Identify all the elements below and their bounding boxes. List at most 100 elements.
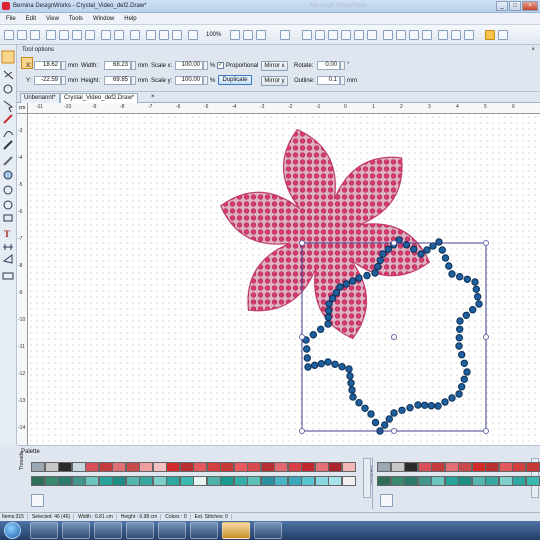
taskbar-tool-icon[interactable] bbox=[254, 522, 282, 539]
taskbar-ie-icon[interactable] bbox=[30, 522, 58, 539]
circle-tool-icon[interactable] bbox=[3, 200, 13, 210]
start-button[interactable] bbox=[4, 522, 21, 539]
brush-swatch[interactable] bbox=[471, 476, 486, 486]
grid-icon[interactable] bbox=[146, 30, 156, 40]
brush-swatch[interactable] bbox=[498, 476, 513, 486]
pen-tool-icon[interactable] bbox=[3, 140, 13, 150]
selection-handle[interactable] bbox=[391, 428, 397, 434]
thread-swatch[interactable] bbox=[139, 476, 153, 486]
send-back-icon[interactable] bbox=[451, 30, 461, 40]
tab-crystal-video[interactable]: Crystal_Video_def2.Draw* bbox=[60, 93, 139, 103]
redo-icon[interactable] bbox=[114, 30, 124, 40]
bring-front-icon[interactable] bbox=[438, 30, 448, 40]
delete-icon[interactable] bbox=[130, 30, 140, 40]
brush-picker-icon[interactable] bbox=[380, 494, 393, 507]
tab-close-icon[interactable]: × bbox=[151, 94, 155, 100]
selection-handle[interactable] bbox=[483, 240, 489, 246]
brush-swatch[interactable] bbox=[404, 462, 418, 472]
design-svg[interactable] bbox=[28, 114, 540, 445]
thread-swatch[interactable] bbox=[301, 476, 315, 486]
select-tool-icon[interactable] bbox=[1, 50, 15, 64]
thread-swatch[interactable] bbox=[125, 476, 140, 486]
thread-swatch[interactable] bbox=[220, 462, 234, 472]
print-icon[interactable] bbox=[46, 30, 56, 40]
proportional-checkbox[interactable]: ✓ bbox=[217, 62, 224, 69]
rectangle-tool-icon[interactable] bbox=[3, 214, 13, 222]
thread-swatch[interactable] bbox=[247, 462, 261, 472]
thread-swatch[interactable] bbox=[166, 476, 180, 486]
brush-swatch[interactable] bbox=[444, 476, 459, 486]
measure-tool-icon[interactable] bbox=[3, 244, 13, 250]
same-width-icon[interactable] bbox=[409, 30, 419, 40]
selection-handle[interactable] bbox=[299, 334, 305, 340]
menu-edit[interactable]: Edit bbox=[26, 16, 36, 22]
zoom-out-icon[interactable] bbox=[243, 30, 253, 40]
cut-icon[interactable] bbox=[59, 30, 69, 40]
save-icon[interactable] bbox=[30, 30, 40, 40]
thread-swatch[interactable] bbox=[112, 476, 126, 486]
brush-swatch[interactable] bbox=[471, 462, 486, 472]
selection-handle[interactable] bbox=[391, 240, 397, 246]
menu-file[interactable]: File bbox=[6, 16, 16, 22]
width-spinner[interactable] bbox=[131, 61, 136, 70]
same-height-icon[interactable] bbox=[422, 30, 432, 40]
thread-swatch[interactable] bbox=[328, 462, 342, 472]
brush-swatch[interactable] bbox=[377, 476, 391, 486]
hoop-icon[interactable] bbox=[172, 30, 182, 40]
paint-brush-icon[interactable] bbox=[485, 30, 495, 40]
group-icon[interactable] bbox=[280, 30, 290, 40]
bezier-tool-icon[interactable] bbox=[3, 131, 14, 138]
paste-icon[interactable] bbox=[85, 30, 95, 40]
minimize-button[interactable]: _ bbox=[496, 1, 508, 11]
thread-swatch[interactable] bbox=[71, 462, 86, 472]
ellipse-tool-icon[interactable] bbox=[3, 185, 13, 195]
align-center-icon[interactable] bbox=[315, 30, 325, 40]
thread-picker-icon[interactable] bbox=[31, 494, 44, 507]
align-right-icon[interactable] bbox=[328, 30, 338, 40]
brush-swatch[interactable] bbox=[444, 462, 459, 472]
scale-y-spinner[interactable] bbox=[203, 76, 208, 85]
selection-handle[interactable] bbox=[483, 334, 489, 340]
thread-swatch[interactable] bbox=[71, 476, 86, 486]
taskbar-media-player-icon[interactable] bbox=[94, 522, 122, 539]
y-spinner[interactable] bbox=[61, 76, 66, 85]
order-icon[interactable] bbox=[464, 30, 474, 40]
thread-swatch[interactable] bbox=[341, 462, 356, 472]
y-input[interactable]: -22.59 bbox=[34, 76, 61, 85]
scale-y-input[interactable]: 100.00 bbox=[175, 76, 203, 85]
brush-swatch[interactable] bbox=[417, 462, 432, 472]
crystal-tool-icon[interactable] bbox=[3, 170, 13, 180]
height-spinner[interactable] bbox=[131, 76, 136, 85]
thread-swatch[interactable] bbox=[31, 462, 45, 472]
envelope-tool-icon[interactable] bbox=[2, 272, 14, 280]
thread-swatch[interactable] bbox=[274, 476, 288, 486]
brush-swatch[interactable] bbox=[498, 462, 513, 472]
thread-swatch[interactable] bbox=[85, 476, 99, 486]
selection-handle[interactable] bbox=[391, 334, 397, 340]
thread-swatch[interactable] bbox=[112, 462, 126, 472]
thread-swatch[interactable] bbox=[193, 462, 207, 472]
thread-swatch[interactable] bbox=[166, 462, 180, 472]
thread-swatch[interactable] bbox=[206, 476, 221, 486]
selection-handle[interactable] bbox=[299, 240, 305, 246]
thread-swatch[interactable] bbox=[287, 462, 302, 472]
thread-swatch[interactable] bbox=[233, 476, 248, 486]
brush-swatch[interactable] bbox=[417, 476, 432, 486]
zoom-in-icon[interactable] bbox=[230, 30, 240, 40]
freehand-tool-icon[interactable] bbox=[3, 114, 13, 124]
text-tool-icon[interactable]: T bbox=[4, 229, 10, 239]
zoom-level[interactable]: 100% bbox=[206, 32, 221, 38]
thread-swatch[interactable] bbox=[260, 462, 275, 472]
knife-tool-icon[interactable] bbox=[3, 156, 13, 166]
new-file-icon[interactable] bbox=[4, 30, 14, 40]
thread-swatch[interactable] bbox=[98, 462, 113, 472]
copy-icon[interactable] bbox=[72, 30, 82, 40]
brush-swatch[interactable] bbox=[458, 462, 472, 472]
thread-swatch[interactable] bbox=[328, 476, 342, 486]
menu-help[interactable]: Help bbox=[124, 16, 136, 22]
outline-input[interactable]: 0.1 bbox=[317, 76, 340, 85]
distribute-vertical-icon[interactable] bbox=[396, 30, 406, 40]
maximize-button[interactable]: □ bbox=[509, 1, 521, 11]
zoom-icon[interactable] bbox=[188, 30, 198, 40]
distribute-horizontal-icon[interactable] bbox=[383, 30, 393, 40]
